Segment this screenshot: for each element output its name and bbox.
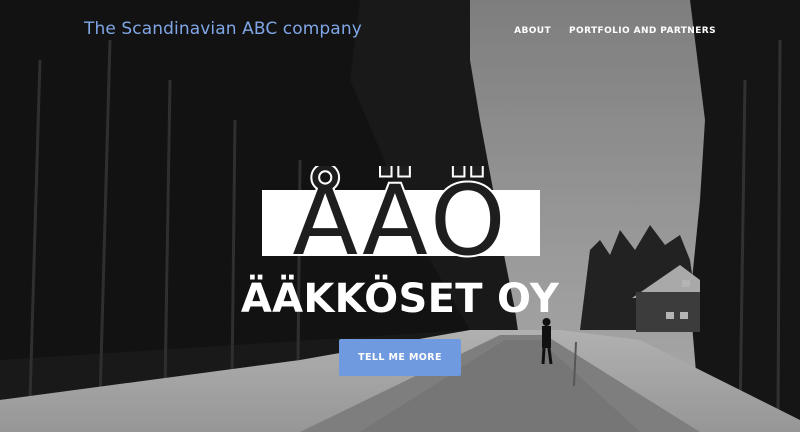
nav-item-about[interactable]: ABOUT <box>514 26 551 36</box>
hero-logo-text: ÅÄÖ <box>292 166 509 258</box>
main-nav: ABOUT PORTFOLIO AND PARTNERS <box>514 26 716 36</box>
brand-link[interactable]: The Scandinavian ABC company <box>84 19 362 39</box>
nav-item-portfolio-and-partners[interactable]: PORTFOLIO AND PARTNERS <box>569 26 716 36</box>
hero-logo: ÅÄÖ <box>262 166 540 258</box>
tell-me-more-button[interactable]: TELL ME MORE <box>339 339 461 376</box>
hero-headline: ÄÄKKÖSET OY <box>240 276 560 322</box>
